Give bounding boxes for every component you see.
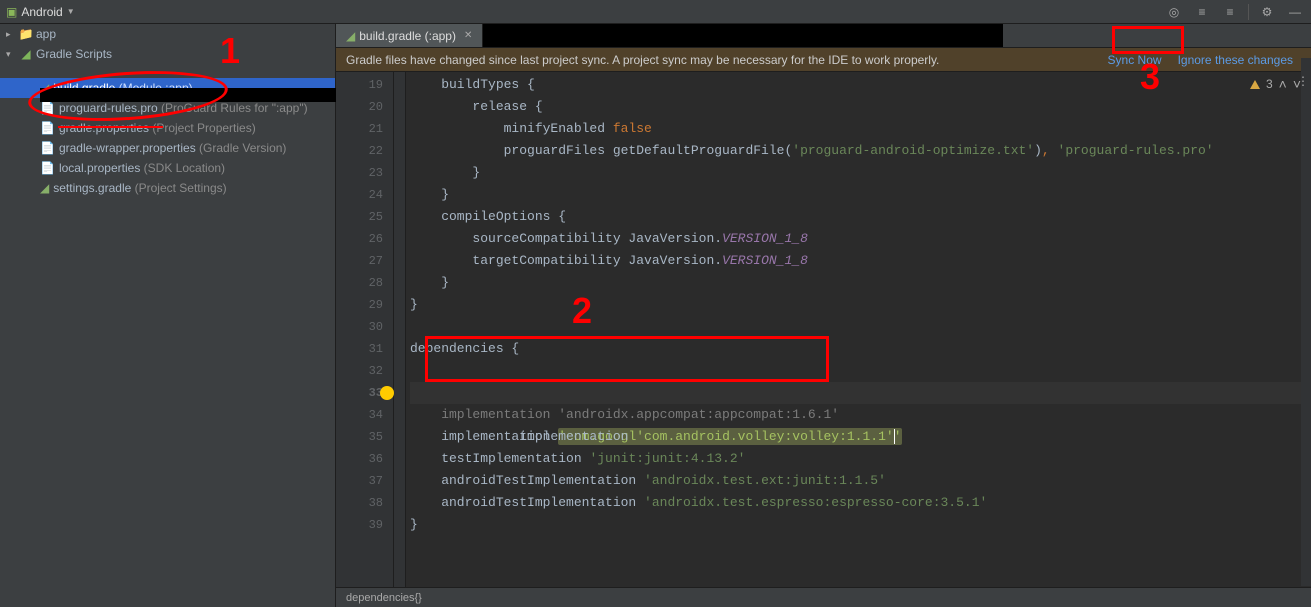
code-line: implementation 'androidx.appcompat:appco…: [410, 404, 1303, 426]
code-line: }: [410, 184, 1303, 206]
hide-icon[interactable]: —: [1285, 2, 1305, 22]
editor-tab[interactable]: ◢ build.gradle (:app) ✕: [336, 24, 483, 47]
gear-icon[interactable]: ⚙: [1257, 2, 1277, 22]
code-line: release {: [410, 96, 1303, 118]
editor-area: ◢ build.gradle (:app) ✕ Gradle files hav…: [336, 24, 1311, 607]
code-line: }: [410, 162, 1303, 184]
annotation-1: 1: [220, 30, 240, 72]
code-line: targetCompatibility JavaVersion.VERSION_…: [410, 250, 1303, 272]
caret: [894, 429, 895, 444]
bulb-icon[interactable]: [380, 386, 394, 400]
code-line: compileOptions {: [410, 206, 1303, 228]
code-line: testImplementation 'junit:junit:4.13.2': [410, 448, 1303, 470]
close-icon[interactable]: ✕: [464, 30, 472, 41]
code-line: buildTypes {: [410, 74, 1303, 96]
tree-node-app[interactable]: ▸ 📁 app: [0, 24, 335, 44]
tree-node-wrapper[interactable]: 📄 gradle-wrapper.properties (Gradle Vers…: [0, 138, 335, 158]
file-icon: 📄: [40, 141, 55, 155]
code-line: androidTestImplementation 'androidx.test…: [410, 470, 1303, 492]
tree-node-local[interactable]: 📄 local.properties (SDK Location): [0, 158, 335, 178]
ignore-changes-link[interactable]: Ignore these changes: [1170, 53, 1301, 67]
annotation-box-3: [1112, 26, 1184, 54]
line-number-gutter: 19 20 21 22 23 24 25 26 27 28 29 30 31 3…: [336, 72, 394, 587]
file-icon: 📄: [40, 121, 55, 135]
breadcrumb-bar[interactable]: dependencies{}: [336, 587, 1311, 607]
annotation-box-2: [425, 336, 829, 382]
fold-gutter: [394, 72, 406, 587]
code-line: }: [410, 514, 1303, 536]
tree-node-settings[interactable]: ◢ settings.gradle (Project Settings): [0, 178, 335, 198]
code-line: }: [410, 272, 1303, 294]
expand-icon[interactable]: ≡: [1192, 2, 1212, 22]
code-line-active: implementation 'com.android.volley:volle…: [410, 382, 1303, 404]
file-icon: 📄: [40, 161, 55, 175]
code-line: }: [410, 294, 1303, 316]
gradle-file-icon: ◢: [346, 29, 355, 43]
gradle-icon: ◢: [20, 48, 32, 60]
notice-text: Gradle files have changed since last pro…: [346, 53, 939, 67]
annotation-underline: [58, 126, 163, 128]
chevron-down-icon: ▼: [67, 7, 75, 16]
code-line: sourceCompatibility JavaVersion.VERSION_…: [410, 228, 1303, 250]
chevron-right-icon: ▸: [6, 29, 16, 40]
tree-node-gprop[interactable]: 📄 gradle.properties (Project Properties): [0, 118, 335, 138]
code-editor[interactable]: 3 ˄ ˅ 19 20 21 22 23 24 25 26 27 28 29 3…: [336, 72, 1311, 587]
code-line: proguardFiles getDefaultProguardFile('pr…: [410, 140, 1303, 162]
annotation-3: 3: [1140, 56, 1160, 98]
code-content[interactable]: buildTypes { release { minifyEnabled fal…: [406, 72, 1311, 587]
more-icon[interactable]: ⋮: [1297, 74, 1309, 88]
code-line: [410, 316, 1303, 338]
main-area: ▸ 📁 app ▾ ◢ Gradle Scripts ◢ build.gradl…: [0, 24, 1311, 607]
collapse-icon[interactable]: ≡: [1220, 2, 1240, 22]
folder-icon: 📁: [20, 28, 32, 40]
select-opened-icon[interactable]: ◎: [1164, 2, 1184, 22]
redacted-tab: [483, 24, 1003, 47]
scope-selector[interactable]: ▣ Android ▼: [6, 5, 75, 19]
tree-node-scripts[interactable]: ▾ ◢ Gradle Scripts: [0, 44, 335, 64]
android-icon: ▣: [6, 5, 17, 19]
chevron-down-icon: ▾: [6, 49, 16, 60]
top-toolbar: ▣ Android ▼ ◎ ≡ ≡ ⚙ —: [0, 0, 1311, 24]
annotation-2: 2: [572, 290, 592, 332]
gradle-file-icon: ◢: [40, 181, 49, 195]
scrollbar-marker-strip[interactable]: [1301, 58, 1311, 586]
code-line: androidTestImplementation 'androidx.test…: [410, 492, 1303, 514]
code-line: minifyEnabled false: [410, 118, 1303, 140]
